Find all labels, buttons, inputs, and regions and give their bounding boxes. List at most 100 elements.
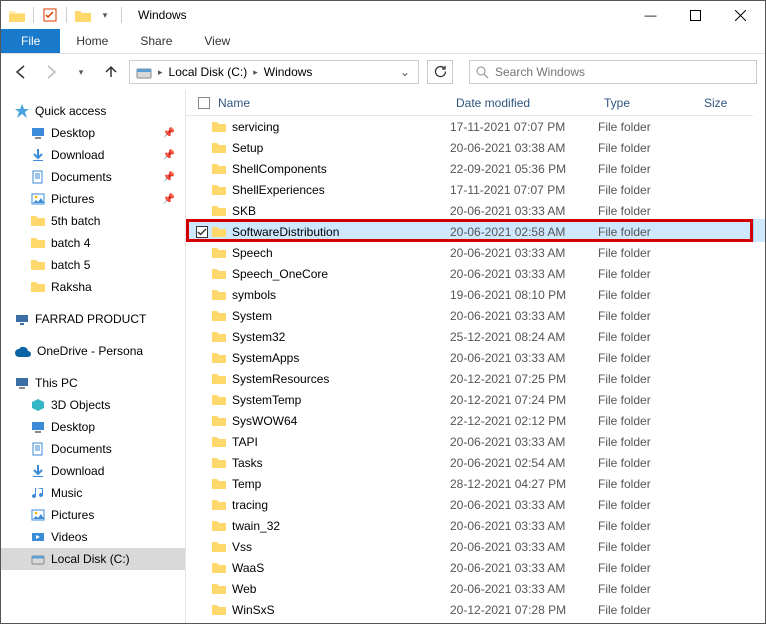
file-list[interactable]: servicing17-11-2021 07:07 PMFile folderS… — [186, 116, 753, 623]
nav-quick-item[interactable]: Raksha — [1, 276, 185, 298]
table-row[interactable]: symbols19-06-2021 08:10 PMFile folder — [186, 284, 753, 305]
download-icon — [31, 148, 45, 162]
cell-date: 20-06-2021 03:33 AM — [450, 309, 598, 323]
nav-quick-item[interactable]: Documents📌 — [1, 166, 185, 188]
close-button[interactable] — [718, 1, 763, 29]
table-row[interactable]: ShellComponents22-09-2021 05:36 PMFile f… — [186, 158, 753, 179]
nav-thispc-item[interactable]: 3D Objects — [1, 394, 185, 416]
nav-thispc-item[interactable]: Videos — [1, 526, 185, 548]
nav-quick-access[interactable]: Quick access — [1, 100, 185, 122]
refresh-button[interactable] — [427, 60, 453, 84]
table-row[interactable]: Temp28-12-2021 04:27 PMFile folder — [186, 473, 753, 494]
nav-quick-item[interactable]: Desktop📌 — [1, 122, 185, 144]
cell-type: File folder — [598, 330, 698, 344]
nav-label: batch 5 — [51, 258, 90, 272]
breadcrumb-part-1[interactable]: Windows — [260, 65, 317, 79]
column-name[interactable]: Name — [212, 96, 450, 110]
table-row[interactable]: ShellExperiences17-11-2021 07:07 PMFile … — [186, 179, 753, 200]
cell-name: TAPI — [212, 435, 450, 449]
table-row[interactable]: SoftwareDistribution20-06-2021 02:58 AMF… — [186, 221, 753, 242]
row-checkbox[interactable] — [192, 226, 212, 238]
table-row[interactable]: SystemApps20-06-2021 03:33 AMFile folder — [186, 347, 753, 368]
folder-icon — [212, 372, 226, 386]
nav-quick-item[interactable]: Pictures📌 — [1, 188, 185, 210]
table-row[interactable]: tracing20-06-2021 03:33 AMFile folder — [186, 494, 753, 515]
column-type[interactable]: Type — [598, 96, 698, 110]
ribbon-tabs: File Home Share View — [1, 29, 765, 54]
nav-farrad[interactable]: FARRAD PRODUCT — [1, 308, 185, 330]
search-box[interactable] — [469, 60, 757, 84]
column-size[interactable]: Size — [698, 96, 748, 110]
qat-dropdown-icon[interactable]: ▾ — [95, 5, 115, 25]
address-dropdown-icon[interactable]: ⌄ — [394, 65, 416, 79]
nav-thispc-item[interactable]: Download — [1, 460, 185, 482]
nav-thispc-item[interactable]: Pictures — [1, 504, 185, 526]
table-row[interactable]: servicing17-11-2021 07:07 PMFile folder — [186, 116, 753, 137]
table-row[interactable]: Setup20-06-2021 03:38 AMFile folder — [186, 137, 753, 158]
forward-button[interactable] — [39, 60, 63, 84]
nav-thispc-item[interactable]: Local Disk (C:) — [1, 548, 185, 570]
table-row[interactable]: SysWOW6422-12-2021 02:12 PMFile folder — [186, 410, 753, 431]
nav-onedrive[interactable]: OneDrive - Persona — [1, 340, 185, 362]
nav-quick-item[interactable]: 5th batch — [1, 210, 185, 232]
chevron-right-icon[interactable]: ▸ — [251, 67, 260, 78]
table-row[interactable]: Speech_OneCore20-06-2021 03:33 AMFile fo… — [186, 263, 753, 284]
cell-type: File folder — [598, 288, 698, 302]
nav-thispc-item[interactable]: Music — [1, 482, 185, 504]
nav-label: Pictures — [51, 192, 94, 206]
navigation-pane: Quick access Desktop📌Download📌Documents📌… — [1, 90, 186, 623]
table-row[interactable]: TAPI20-06-2021 03:33 AMFile folder — [186, 431, 753, 452]
cell-name: servicing — [212, 120, 450, 134]
cell-name: SystemResources — [212, 372, 450, 386]
table-row[interactable]: SKB20-06-2021 03:33 AMFile folder — [186, 200, 753, 221]
nav-label: 5th batch — [51, 214, 100, 228]
table-row[interactable]: WinSxS20-12-2021 07:28 PMFile folder — [186, 599, 753, 620]
table-row[interactable]: Web20-06-2021 03:33 AMFile folder — [186, 578, 753, 599]
table-row[interactable]: System20-06-2021 03:33 AMFile folder — [186, 305, 753, 326]
window-title: Windows — [138, 8, 187, 22]
qat-properties-icon[interactable] — [40, 5, 60, 25]
table-row[interactable]: twain_3220-06-2021 03:33 AMFile folder — [186, 515, 753, 536]
back-button[interactable] — [9, 60, 33, 84]
cell-name: SystemApps — [212, 351, 450, 365]
nav-quick-item[interactable]: batch 5 — [1, 254, 185, 276]
nav-quick-item[interactable]: batch 4 — [1, 232, 185, 254]
table-row[interactable]: SystemResources20-12-2021 07:25 PMFile f… — [186, 368, 753, 389]
nav-label: batch 4 — [51, 236, 90, 250]
tab-share[interactable]: Share — [124, 29, 188, 53]
cell-type: File folder — [598, 351, 698, 365]
breadcrumb-part-0[interactable]: Local Disk (C:) — [165, 65, 252, 79]
address-bar[interactable]: ▸ Local Disk (C:) ▸ Windows ⌄ — [129, 60, 419, 84]
cell-date: 20-06-2021 03:33 AM — [450, 267, 598, 281]
table-row[interactable]: WaaS20-06-2021 03:33 AMFile folder — [186, 557, 753, 578]
table-row[interactable]: Tasks20-06-2021 02:54 AMFile folder — [186, 452, 753, 473]
folder-icon — [212, 540, 226, 554]
breadcrumb-root-icon[interactable] — [132, 65, 156, 79]
table-row[interactable]: System3225-12-2021 08:24 AMFile folder — [186, 326, 753, 347]
tab-home[interactable]: Home — [60, 29, 124, 53]
maximize-button[interactable] — [673, 1, 718, 29]
table-row[interactable]: Vss20-06-2021 03:33 AMFile folder — [186, 536, 753, 557]
nav-label: Videos — [51, 530, 87, 544]
folder-icon — [7, 5, 27, 25]
pin-icon: 📌 — [163, 172, 175, 183]
tab-file[interactable]: File — [1, 29, 60, 53]
search-input[interactable] — [495, 65, 750, 79]
folder-icon — [212, 519, 226, 533]
nav-quick-item[interactable]: Download📌 — [1, 144, 185, 166]
nav-label: FARRAD PRODUCT — [35, 312, 146, 326]
nav-label: Music — [51, 486, 82, 500]
minimize-button[interactable]: — — [628, 1, 673, 29]
nav-thispc-item[interactable]: Desktop — [1, 416, 185, 438]
nav-thispc-item[interactable]: Documents — [1, 438, 185, 460]
nav-this-pc[interactable]: This PC — [1, 372, 185, 394]
up-button[interactable] — [99, 60, 123, 84]
table-row[interactable]: SystemTemp20-12-2021 07:24 PMFile folder — [186, 389, 753, 410]
column-date[interactable]: Date modified — [450, 96, 598, 110]
column-checkbox[interactable] — [192, 97, 212, 109]
table-row[interactable]: Speech20-06-2021 03:33 AMFile folder — [186, 242, 753, 263]
recent-locations-button[interactable]: ▾ — [69, 60, 93, 84]
nav-label: 3D Objects — [51, 398, 110, 412]
tab-view[interactable]: View — [188, 29, 246, 53]
chevron-right-icon[interactable]: ▸ — [156, 67, 165, 78]
